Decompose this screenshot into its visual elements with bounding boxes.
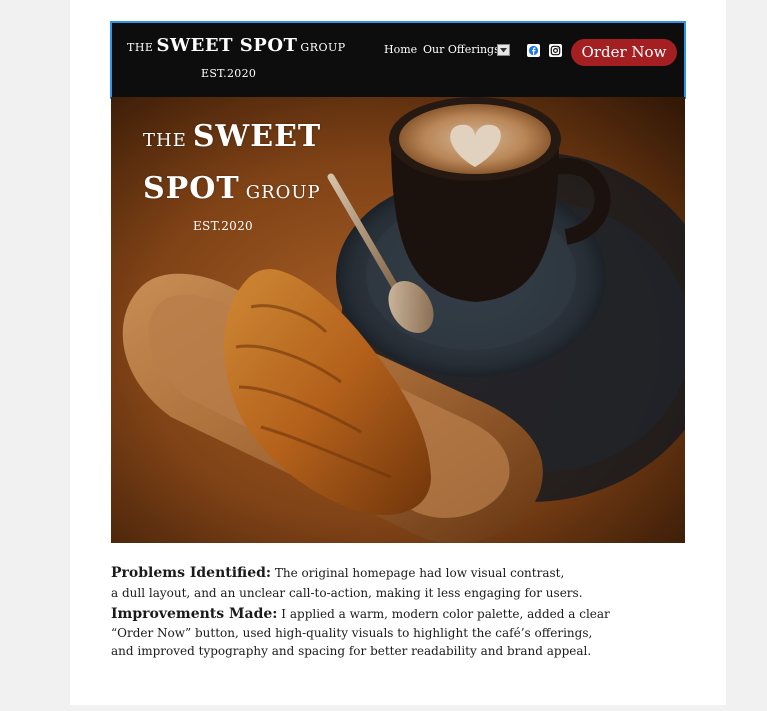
page-canvas: THE SWEET SPOT GROUP EST.2020 Home Our Off… xyxy=(70,0,726,705)
improvements-body-line-1: I applied a warm, modern color palette, … xyxy=(281,607,610,621)
nav-logo-group: GROUP xyxy=(300,41,346,54)
hero-sweet: SWEET xyxy=(192,119,322,154)
case-study-notes: Problems Identified: The original homepa… xyxy=(111,563,671,660)
nav-logo-name: SWEET SPOT xyxy=(156,35,298,56)
navbar: THE SWEET SPOT GROUP EST.2020 Home Our Off… xyxy=(110,21,686,99)
problems-paragraph: Problems Identified: The original homepa… xyxy=(111,563,671,603)
nav-logo-the: THE xyxy=(127,41,154,54)
nav-link-our-offerings[interactable]: Our Offerings xyxy=(423,43,500,56)
facebook-icon[interactable] xyxy=(527,44,540,57)
hero-spot: SPOT xyxy=(143,171,240,206)
problems-body-line-2: a dull layout, and an unclear call-to-ac… xyxy=(111,586,583,600)
hero-title-line-2: SPOT GROUP xyxy=(143,171,327,206)
instagram-icon[interactable] xyxy=(549,44,562,57)
improvements-body-line-3: and improved typography and spacing for … xyxy=(111,644,592,658)
hero-image: THE SWEET SPOT GROUP EST.2020 xyxy=(111,97,685,543)
order-now-button[interactable]: Order Now xyxy=(571,39,677,66)
nav-link-home[interactable]: Home xyxy=(384,43,417,56)
hero-est: EST.2020 xyxy=(193,219,253,233)
hero-title-line-1: THE SWEET xyxy=(143,119,327,171)
nav-logo[interactable]: THE SWEET SPOT GROUP xyxy=(127,35,346,56)
dropdown-caret-icon[interactable] xyxy=(497,44,510,56)
problems-body-line-1: The original homepage had low visual con… xyxy=(274,566,565,580)
hero-the: THE xyxy=(143,130,187,151)
improvements-body-line-2: “Order Now” button, used high-quality vi… xyxy=(111,626,593,640)
improvements-label: Improvements Made: xyxy=(111,606,278,622)
hero-title: THE SWEET SPOT GROUP xyxy=(143,119,327,206)
problems-label: Problems Identified: xyxy=(111,565,272,581)
nav-logo-est: EST.2020 xyxy=(201,67,257,80)
improvements-paragraph: Improvements Made: I applied a warm, mod… xyxy=(111,604,671,660)
hero-group: GROUP xyxy=(245,182,321,203)
